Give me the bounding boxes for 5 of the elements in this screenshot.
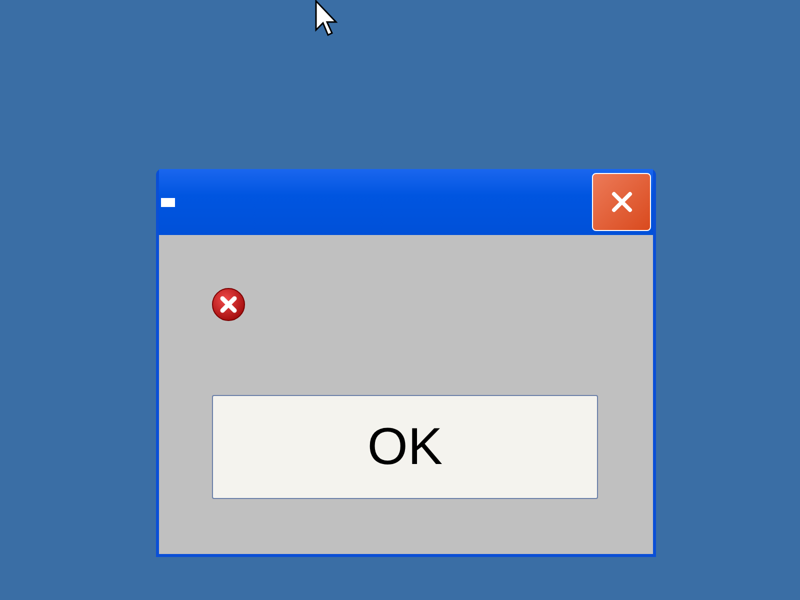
window-icon — [161, 198, 175, 206]
error-icon — [212, 288, 245, 321]
close-icon — [610, 190, 634, 214]
ok-button[interactable]: OK — [212, 395, 598, 499]
close-button[interactable] — [592, 173, 651, 231]
